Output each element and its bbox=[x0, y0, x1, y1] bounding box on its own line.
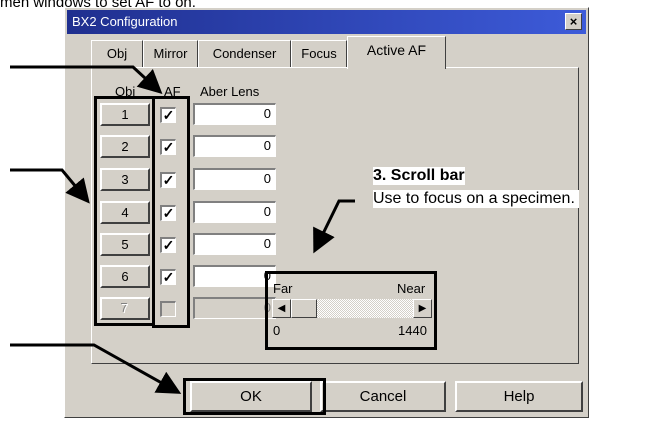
arrow-to-ok-button bbox=[10, 343, 182, 394]
tab-active-af[interactable]: Active AF bbox=[347, 36, 446, 69]
arrow-to-af-column bbox=[10, 65, 163, 95]
arrow-to-obj-column bbox=[10, 168, 90, 204]
arrow-to-scrollbar bbox=[313, 199, 355, 254]
annotation-arrows bbox=[10, 65, 355, 394]
